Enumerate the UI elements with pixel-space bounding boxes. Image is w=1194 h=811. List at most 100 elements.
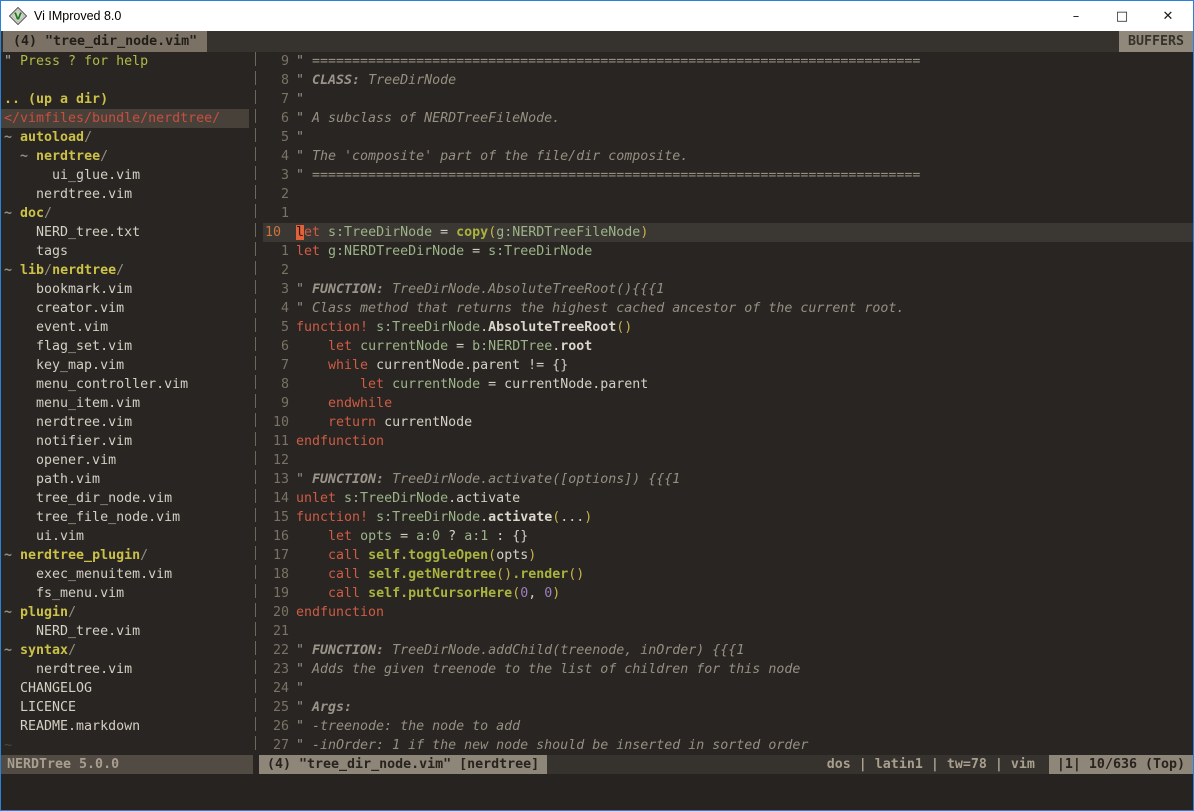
code-line[interactable]: 5function! s:TreeDirNode.AbsoluteTreeRoo…	[263, 318, 1193, 337]
tree-item[interactable]: ui_glue.vim	[1, 166, 249, 185]
code-line[interactable]: 7 while currentNode.parent != {}	[263, 356, 1193, 375]
buffer-tab[interactable]: (4) "tree_dir_node.vim"	[3, 31, 207, 52]
tree-item[interactable]: nerdtree.vim	[1, 185, 249, 204]
tree-item[interactable]: fs_menu.vim	[1, 584, 249, 603]
code-line[interactable]: 3" FUNCTION: TreeDirNode.AbsoluteTreeRoo…	[263, 280, 1193, 299]
code-line[interactable]: 12	[263, 451, 1193, 470]
code-line[interactable]: 23" Adds the given treenode to the list …	[263, 660, 1193, 679]
tree-item[interactable]: menu_item.vim	[1, 394, 249, 413]
close-button[interactable]: ✕	[1145, 1, 1191, 31]
tree-item[interactable]: menu_controller.vim	[1, 375, 249, 394]
text-segment: let	[328, 529, 352, 544]
tree-item[interactable]: flag_set.vim	[1, 337, 249, 356]
line-number: 24	[263, 679, 289, 698]
window-title: Vi IMproved 8.0	[34, 9, 1053, 23]
tree-item[interactable]: </vimfiles/bundle/nerdtree/	[1, 109, 249, 128]
tree-item[interactable]: bookmark.vim	[1, 280, 249, 299]
line-number: 6	[263, 109, 289, 128]
code-line[interactable]: 9 endwhile	[263, 394, 1193, 413]
tree-item[interactable]: ~ plugin/	[1, 603, 249, 622]
tree-item[interactable]: nerdtree.vim	[1, 413, 249, 432]
text-segment: let	[296, 244, 320, 259]
tree-item[interactable]: notifier.vim	[1, 432, 249, 451]
text-segment: /	[84, 130, 92, 145]
tree-item[interactable]: creator.vim	[1, 299, 249, 318]
tree-item[interactable]: ~ doc/	[1, 204, 249, 223]
nerdtree-panel: " Press ? for help .. (up a dir)</vimfile…	[1, 52, 249, 755]
text-segment: FUNCTION:	[312, 472, 384, 487]
code-line[interactable]: 1let g:NERDTreeDirNode = s:TreeDirNode	[263, 242, 1193, 261]
text-segment: root	[560, 339, 592, 354]
code-line[interactable]: 15function! s:TreeDirNode.activate(...)	[263, 508, 1193, 527]
tree-item[interactable]: ~ nerdtree_plugin/	[1, 546, 249, 565]
tree-item[interactable]: .. (up a dir)	[1, 90, 249, 109]
code-line[interactable]: 10let s:TreeDirNode = copy(g:NERDTreeFil…	[263, 223, 1193, 242]
text-segment	[336, 491, 344, 506]
code-line[interactable]: 8" CLASS: TreeDirNode	[263, 71, 1193, 90]
tree-item[interactable]: ~ lib/nerdtree/	[1, 261, 249, 280]
tree-item[interactable]	[1, 71, 249, 90]
text-segment: doc	[20, 206, 44, 221]
code-line[interactable]: 11endfunction	[263, 432, 1193, 451]
code-line[interactable]: 20endfunction	[263, 603, 1193, 622]
code-line[interactable]: 25" Args:	[263, 698, 1193, 717]
line-number: 14	[263, 489, 289, 508]
text-segment: menu_controller.vim	[4, 377, 188, 392]
text-segment: self.getNerdtree	[368, 567, 496, 582]
tree-item[interactable]: NERD_tree.vim	[1, 622, 249, 641]
tree-item[interactable]: opener.vim	[1, 451, 249, 470]
tree-item[interactable]: NERD_tree.txt	[1, 223, 249, 242]
code-line[interactable]: 17 call self.toggleOpen(opts)	[263, 546, 1193, 565]
text-segment: /	[44, 263, 52, 278]
tree-item[interactable]: tags	[1, 242, 249, 261]
tree-item[interactable]: ~	[1, 736, 249, 755]
tree-item[interactable]: ~ autoload/	[1, 128, 249, 147]
tree-item[interactable]: CHANGELOG	[1, 679, 249, 698]
tree-item[interactable]: tree_dir_node.vim	[1, 489, 249, 508]
minimize-button[interactable]: –	[1053, 1, 1099, 31]
code-line[interactable]: 9" =====================================…	[263, 52, 1193, 71]
code-line[interactable]: 4" The 'composite' part of the file/dir …	[263, 147, 1193, 166]
code-line[interactable]: 8 let currentNode = currentNode.parent	[263, 375, 1193, 394]
text-segment: = currentNode.parent	[480, 377, 648, 392]
code-line[interactable]: 4" Class method that returns the highest…	[263, 299, 1193, 318]
code-line[interactable]: 16 let opts = a:0 ? a:1 : {}	[263, 527, 1193, 546]
command-line[interactable]	[1, 774, 1193, 810]
code-text: " ======================================…	[296, 166, 920, 185]
code-line[interactable]: 26" -treenode: the node to add	[263, 717, 1193, 736]
tree-item[interactable]: ~ syntax/	[1, 641, 249, 660]
code-line[interactable]: 3" =====================================…	[263, 166, 1193, 185]
maximize-button[interactable]: □	[1099, 1, 1145, 31]
code-line[interactable]: 1	[263, 204, 1193, 223]
tree-item[interactable]: " Press ? for help	[1, 52, 249, 71]
code-line[interactable]: 6 let currentNode = b:NERDTree.root	[263, 337, 1193, 356]
tree-item[interactable]: event.vim	[1, 318, 249, 337]
tree-item[interactable]: key_map.vim	[1, 356, 249, 375]
code-line[interactable]: 2	[263, 185, 1193, 204]
code-line[interactable]: 6" A subclass of NERDTreeFileNode.	[263, 109, 1193, 128]
code-line[interactable]: 21	[263, 622, 1193, 641]
code-line[interactable]: 18 call self.getNerdtree().render()	[263, 565, 1193, 584]
code-line[interactable]: 13" FUNCTION: TreeDirNode.activate([opti…	[263, 470, 1193, 489]
window-separator[interactable]	[249, 52, 263, 755]
tree-item[interactable]: exec_menuitem.vim	[1, 565, 249, 584]
code-line[interactable]: 2	[263, 261, 1193, 280]
code-line[interactable]: 22" FUNCTION: TreeDirNode.addChild(treen…	[263, 641, 1193, 660]
code-line[interactable]: 10 return currentNode	[263, 413, 1193, 432]
tree-item[interactable]: LICENCE	[1, 698, 249, 717]
tree-item[interactable]: nerdtree.vim	[1, 660, 249, 679]
tree-item[interactable]: path.vim	[1, 470, 249, 489]
code-line[interactable]: 5"	[263, 128, 1193, 147]
code-line[interactable]: 24"	[263, 679, 1193, 698]
line-number: 5	[263, 318, 289, 337]
code-line[interactable]: 19 call self.putCursorHere(0, 0)	[263, 584, 1193, 603]
tree-item[interactable]: ~ nerdtree/	[1, 147, 249, 166]
tree-item[interactable]: ui.vim	[1, 527, 249, 546]
tree-item[interactable]: README.markdown	[1, 717, 249, 736]
code-line[interactable]: 27" -inOrder: 1 if the new node should b…	[263, 736, 1193, 755]
text-segment: s:TreeDirNode	[376, 320, 480, 335]
text-segment: opts	[496, 548, 528, 563]
tree-item[interactable]: tree_file_node.vim	[1, 508, 249, 527]
code-line[interactable]: 7"	[263, 90, 1193, 109]
code-line[interactable]: 14unlet s:TreeDirNode.activate	[263, 489, 1193, 508]
